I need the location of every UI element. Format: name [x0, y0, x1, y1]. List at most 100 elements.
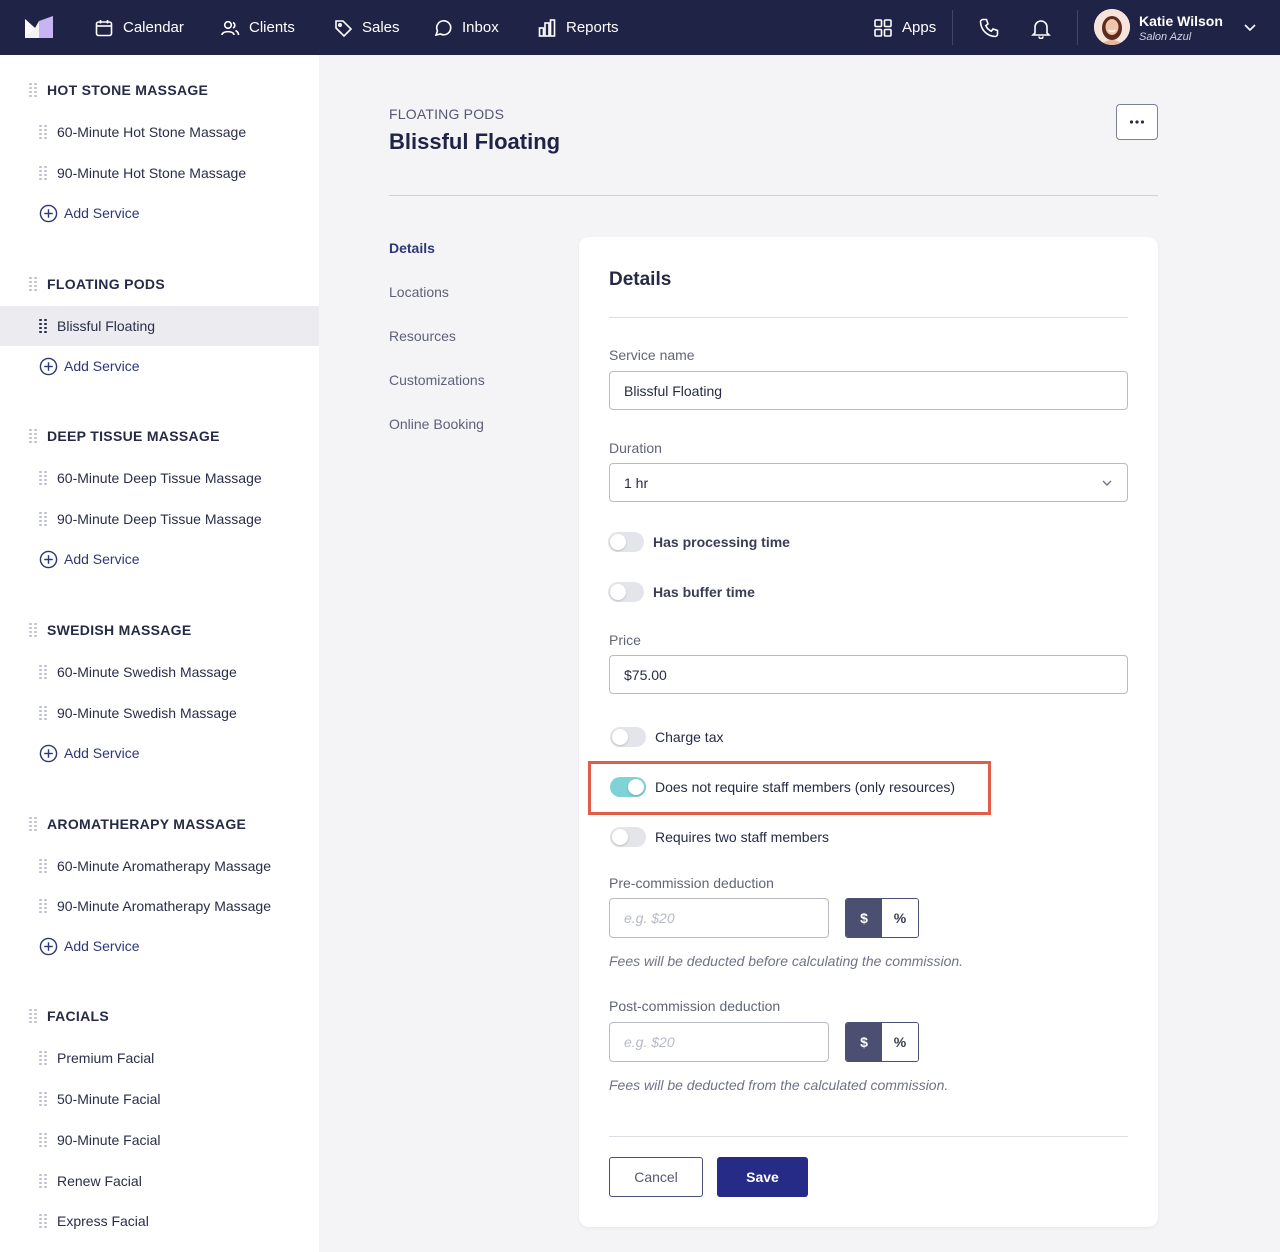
plus-circle-icon — [39, 357, 58, 375]
service-name-input[interactable]: Blissful Floating — [609, 371, 1128, 410]
more-dots-icon — [1129, 120, 1145, 124]
service-name-label: Service name — [609, 347, 695, 363]
service-item[interactable]: Express Facial — [0, 1201, 319, 1241]
service-item[interactable]: 90-Minute Swedish Massage — [0, 693, 319, 733]
nav-inbox[interactable]: Inbox — [433, 0, 499, 55]
category-name: AROMATHERAPY MASSAGE — [47, 816, 247, 832]
add-service-button[interactable]: Add Service — [0, 931, 319, 961]
category-floating-pods[interactable]: FLOATING PODS — [0, 269, 319, 299]
user-name[interactable]: Katie Wilson — [1139, 13, 1223, 29]
drag-handle-icon[interactable] — [39, 1173, 47, 1189]
service-item[interactable]: 50-Minute Facial — [0, 1079, 319, 1119]
unit-percent-button[interactable]: % — [882, 1023, 918, 1061]
service-item[interactable]: 90-Minute Facial — [0, 1120, 319, 1160]
drag-handle-icon[interactable] — [39, 318, 47, 334]
drag-handle-icon[interactable] — [39, 1213, 47, 1229]
nav-apps[interactable]: Apps — [873, 0, 936, 55]
plus-circle-icon — [39, 744, 58, 762]
drag-handle-icon[interactable] — [29, 276, 37, 292]
save-button[interactable]: Save — [717, 1157, 808, 1197]
cancel-button[interactable]: Cancel — [609, 1157, 703, 1197]
chevron-down-icon — [1102, 480, 1112, 486]
add-service-label: Add Service — [64, 938, 140, 954]
drag-handle-icon[interactable] — [39, 1091, 47, 1107]
chevron-down-icon[interactable] — [1243, 20, 1257, 34]
subnav-customizations[interactable]: Customizations — [389, 372, 485, 388]
unit-percent-button[interactable]: % — [882, 899, 918, 937]
bell-icon[interactable] — [1030, 17, 1052, 39]
category-name: DEEP TISSUE MASSAGE — [47, 428, 220, 444]
drag-handle-icon[interactable] — [39, 165, 47, 181]
drag-handle-icon[interactable] — [39, 898, 47, 914]
two-staff-toggle[interactable] — [610, 827, 646, 847]
nav-sales[interactable]: Sales — [333, 0, 400, 55]
nav-sales-label: Sales — [362, 19, 400, 36]
drag-handle-icon[interactable] — [39, 511, 47, 527]
subnav-resources[interactable]: Resources — [389, 328, 456, 344]
processing-time-toggle[interactable] — [608, 532, 644, 552]
logo-icon[interactable] — [24, 15, 54, 39]
category-hot-stone-massage[interactable]: HOT STONE MASSAGE — [0, 75, 319, 105]
service-item[interactable]: 90-Minute Deep Tissue Massage — [0, 499, 319, 539]
service-item[interactable]: Renew Facial — [0, 1161, 319, 1201]
subnav-online-booking[interactable]: Online Booking — [389, 416, 484, 432]
breadcrumb: FLOATING PODS — [389, 106, 505, 122]
card-divider — [609, 317, 1128, 318]
drag-handle-icon[interactable] — [29, 428, 37, 444]
service-item[interactable]: 90-Minute Aromatherapy Massage — [0, 886, 319, 926]
drag-handle-icon[interactable] — [29, 622, 37, 638]
subnav-locations[interactable]: Locations — [389, 284, 449, 300]
unit-dollar-button[interactable]: $ — [846, 1023, 882, 1061]
drag-handle-icon[interactable] — [29, 82, 37, 98]
phone-icon[interactable] — [978, 17, 1000, 39]
service-item[interactable]: 60-Minute Aromatherapy Massage — [0, 846, 319, 886]
add-service-button[interactable]: Add Service — [0, 351, 319, 381]
processing-time-label: Has processing time — [653, 534, 790, 550]
add-service-button[interactable]: Add Service — [0, 198, 319, 228]
service-item[interactable]: Premium Facial — [0, 1038, 319, 1078]
charge-tax-toggle[interactable] — [610, 727, 646, 747]
post-commission-unit-toggle: $ % — [845, 1022, 919, 1062]
nav-calendar[interactable]: Calendar — [94, 0, 184, 55]
drag-handle-icon[interactable] — [39, 1132, 47, 1148]
service-name: 60-Minute Hot Stone Massage — [57, 124, 247, 140]
category-facials[interactable]: FACIALS — [0, 1001, 319, 1031]
drag-handle-icon[interactable] — [29, 816, 37, 832]
drag-handle-icon[interactable] — [39, 664, 47, 680]
add-service-label: Add Service — [64, 745, 140, 761]
category-swedish-massage[interactable]: SWEDISH MASSAGE — [0, 615, 319, 645]
drag-handle-icon[interactable] — [39, 470, 47, 486]
service-item[interactable]: 60-Minute Deep Tissue Massage — [0, 458, 319, 498]
drag-handle-icon[interactable] — [29, 1008, 37, 1024]
avatar[interactable] — [1094, 9, 1130, 45]
add-service-button[interactable]: Add Service — [0, 544, 319, 574]
service-item-active[interactable]: Blissful Floating — [0, 306, 319, 346]
duration-value: 1 hr — [624, 474, 649, 491]
service-item[interactable]: 60-Minute Swedish Massage — [0, 652, 319, 692]
drag-handle-icon[interactable] — [39, 124, 47, 140]
price-input[interactable]: $75.00 — [609, 655, 1128, 694]
drag-handle-icon[interactable] — [39, 705, 47, 721]
post-commission-help: Fees will be deducted from the calculate… — [609, 1077, 949, 1093]
service-item[interactable]: 60-Minute Hot Stone Massage — [0, 112, 319, 152]
duration-label: Duration — [609, 440, 662, 456]
nav-clients[interactable]: Clients — [220, 0, 295, 55]
drag-handle-icon[interactable] — [39, 1050, 47, 1066]
nav-reports[interactable]: Reports — [537, 0, 619, 55]
more-options-button[interactable] — [1116, 104, 1158, 140]
buffer-time-toggle[interactable] — [608, 582, 644, 602]
pre-commission-unit-toggle: $ % — [845, 898, 919, 938]
duration-select[interactable]: 1 hr — [609, 463, 1128, 502]
drag-handle-icon[interactable] — [39, 858, 47, 874]
subnav-details[interactable]: Details — [389, 240, 435, 256]
category-deep-tissue-massage[interactable]: DEEP TISSUE MASSAGE — [0, 421, 319, 451]
add-service-button[interactable]: Add Service — [0, 738, 319, 768]
unit-dollar-button[interactable]: $ — [846, 899, 882, 937]
page-title: Blissful Floating — [389, 129, 561, 154]
service-item[interactable]: 90-Minute Hot Stone Massage — [0, 153, 319, 193]
post-commission-input[interactable]: e.g. $20 — [609, 1022, 829, 1062]
no-staff-required-toggle[interactable] — [610, 777, 646, 797]
category-aromatherapy-massage[interactable]: AROMATHERAPY MASSAGE — [0, 809, 319, 839]
pre-commission-input[interactable]: e.g. $20 — [609, 898, 829, 938]
add-service-label: Add Service — [64, 551, 140, 567]
